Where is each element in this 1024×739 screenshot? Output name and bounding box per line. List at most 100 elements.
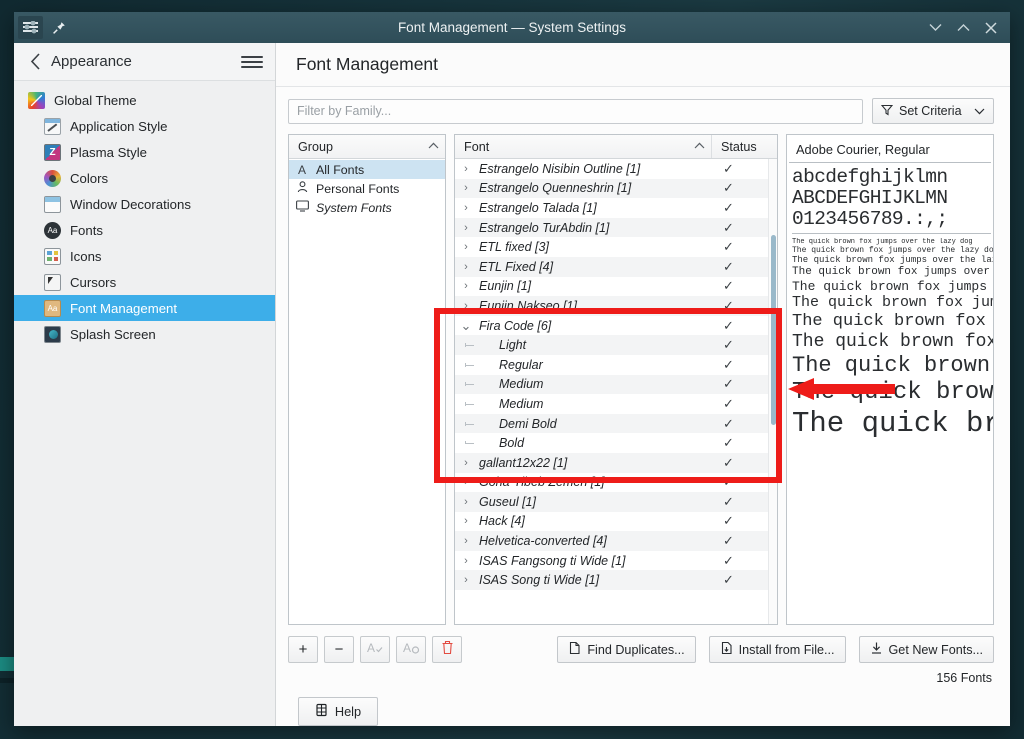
chevron-down-icon[interactable]: ⌄ bbox=[455, 318, 477, 334]
sidebar-item-icons[interactable]: Icons bbox=[14, 243, 275, 269]
search-input[interactable] bbox=[288, 99, 863, 124]
preview-font-name: Adobe Courier, Regular bbox=[789, 140, 991, 163]
preview-pangram-line: The quick brown fox jumps over the lazy … bbox=[792, 312, 993, 332]
chevron-right-icon[interactable]: › bbox=[455, 182, 477, 194]
install-from-file-button[interactable]: Install from File... bbox=[709, 636, 846, 663]
font-tree-row[interactable]: ›Eunjin Nakseo [1]✓ bbox=[455, 296, 777, 316]
chevron-right-icon[interactable]: › bbox=[455, 202, 477, 214]
sidebar-item-global-theme[interactable]: Global Theme bbox=[14, 87, 275, 113]
enable-fonts-button[interactable]: A bbox=[360, 636, 390, 663]
chevron-right-icon[interactable]: › bbox=[455, 261, 477, 273]
font-tree-row[interactable]: Medium✓ bbox=[455, 375, 777, 395]
help-button[interactable]: Help bbox=[298, 697, 378, 726]
font-tree-row[interactable]: ›Goha-Tibeb Zemen [1]✓ bbox=[455, 473, 777, 493]
preview-uppercase: ABCDEFGHIJKLMN bbox=[792, 188, 993, 209]
font-tree-row[interactable]: Regular✓ bbox=[455, 355, 777, 375]
chevron-right-icon[interactable]: › bbox=[455, 222, 477, 234]
page-title: Font Management bbox=[296, 54, 438, 75]
chevron-down-icon bbox=[974, 104, 985, 118]
font-tree-row[interactable]: ⌄Fira Code [6]✓ bbox=[455, 316, 777, 336]
font-management-icon bbox=[44, 300, 61, 317]
add-fonts-button[interactable]: + bbox=[288, 636, 318, 663]
sidebar-item-window-decorations[interactable]: Window Decorations bbox=[14, 191, 275, 217]
chevron-right-icon[interactable]: › bbox=[455, 515, 477, 527]
sidebar-header: Appearance bbox=[14, 43, 275, 81]
chevron-right-icon[interactable]: › bbox=[455, 300, 477, 312]
sidebar-item-label: Fonts bbox=[70, 223, 103, 238]
chevron-right-icon[interactable]: › bbox=[455, 535, 477, 547]
set-criteria-label: Set Criteria bbox=[899, 104, 962, 118]
font-name-label: Medium bbox=[477, 377, 711, 391]
font-tree-row[interactable]: ›Hack [4]✓ bbox=[455, 512, 777, 532]
back-arrow-icon[interactable] bbox=[24, 51, 46, 73]
chevron-right-icon[interactable]: › bbox=[455, 241, 477, 253]
font-tree-row[interactable]: Bold✓ bbox=[455, 433, 777, 453]
font-column-header[interactable]: Font bbox=[455, 135, 711, 158]
font-tree-row[interactable]: Medium✓ bbox=[455, 394, 777, 414]
font-tree-row[interactable]: ›ETL Fixed [4]✓ bbox=[455, 257, 777, 277]
font-list-scrollbar[interactable] bbox=[768, 159, 777, 624]
set-criteria-button[interactable]: Set Criteria bbox=[872, 98, 994, 124]
font-tree-row[interactable]: Light✓ bbox=[455, 335, 777, 355]
font-tree-row[interactable]: ›Estrangelo Quenneshrin [1]✓ bbox=[455, 179, 777, 199]
download-icon bbox=[870, 641, 883, 658]
find-duplicates-button[interactable]: Find Duplicates... bbox=[557, 636, 695, 663]
font-tree-row[interactable]: ›Eunjin [1]✓ bbox=[455, 277, 777, 297]
close-icon[interactable] bbox=[978, 16, 1004, 40]
font-tree-scroll-area[interactable]: ›Estrangelo Nisibin Outline [1]✓›Estrang… bbox=[455, 159, 777, 624]
font-tree-row[interactable]: ›Estrangelo TurAbdin [1]✓ bbox=[455, 218, 777, 238]
font-name-label: Medium bbox=[477, 397, 711, 411]
status-column-header[interactable]: Status bbox=[711, 135, 777, 158]
sidebar-item-cursors[interactable]: Cursors bbox=[14, 269, 275, 295]
font-tree-row[interactable]: ›ETL fixed [3]✓ bbox=[455, 237, 777, 257]
font-name-label: Estrangelo Nisibin Outline [1] bbox=[477, 162, 711, 176]
chevron-right-icon[interactable]: › bbox=[455, 496, 477, 508]
chevron-right-icon[interactable]: › bbox=[455, 574, 477, 586]
minimize-icon[interactable] bbox=[922, 16, 948, 40]
sort-ascending-icon bbox=[694, 141, 705, 152]
sidebar-item-font-management[interactable]: Font Management bbox=[14, 295, 275, 321]
sidebar-item-splash-screen[interactable]: Splash Screen bbox=[14, 321, 275, 347]
font-name-label: Fira Code [6] bbox=[477, 319, 711, 333]
sidebar-item-colors[interactable]: Colors bbox=[14, 165, 275, 191]
font-tree-row[interactable]: ›gallant12x22 [1]✓ bbox=[455, 453, 777, 473]
sidebar-item-application-style[interactable]: Application Style bbox=[14, 113, 275, 139]
preview-divider bbox=[792, 233, 991, 234]
scrollbar-thumb[interactable] bbox=[771, 235, 776, 425]
maximize-icon[interactable] bbox=[950, 16, 976, 40]
group-item-all-fonts[interactable]: A All Fonts bbox=[289, 160, 445, 179]
window-body: Appearance Global Theme Application Styl… bbox=[14, 43, 1010, 726]
chevron-right-icon[interactable]: › bbox=[455, 476, 477, 488]
group-item-system-fonts[interactable]: System Fonts bbox=[289, 198, 445, 217]
cursors-icon bbox=[44, 274, 61, 291]
font-tree-row[interactable]: ›Estrangelo Nisibin Outline [1]✓ bbox=[455, 159, 777, 179]
settings-sliders-icon[interactable] bbox=[18, 16, 43, 39]
chevron-right-icon[interactable]: › bbox=[455, 555, 477, 567]
delete-fonts-button[interactable] bbox=[432, 636, 462, 663]
font-tree-row[interactable]: Demi Bold✓ bbox=[455, 414, 777, 434]
pin-icon[interactable] bbox=[46, 16, 71, 39]
sidebar-item-fonts[interactable]: Fonts bbox=[14, 217, 275, 243]
chevron-right-icon[interactable]: › bbox=[455, 457, 477, 469]
font-tree-row[interactable]: ›ISAS Fangsong ti Wide [1]✓ bbox=[455, 551, 777, 571]
svg-text:A: A bbox=[367, 641, 375, 655]
sidebar-item-plasma-style[interactable]: Plasma Style bbox=[14, 139, 275, 165]
hamburger-menu-icon[interactable] bbox=[241, 51, 263, 73]
font-name-label: Guseul [1] bbox=[477, 495, 711, 509]
chevron-right-icon[interactable]: › bbox=[455, 163, 477, 175]
disable-fonts-button[interactable]: A bbox=[396, 636, 426, 663]
sidebar-item-label: Icons bbox=[70, 249, 102, 264]
get-new-fonts-button[interactable]: Get New Fonts... bbox=[859, 636, 994, 663]
chevron-right-icon[interactable]: › bbox=[455, 280, 477, 292]
fonts-icon bbox=[44, 222, 61, 239]
font-list-panel: Font Status ›Estrangelo Nisibin Outline … bbox=[454, 134, 778, 625]
font-tree-row[interactable]: ›Helvetica-converted [4]✓ bbox=[455, 531, 777, 551]
group-item-personal-fonts[interactable]: Personal Fonts bbox=[289, 179, 445, 198]
remove-fonts-button[interactable]: − bbox=[324, 636, 354, 663]
preview-pangram-line: The quick brown fox jumps over the lazy … bbox=[792, 332, 993, 353]
font-tree-row[interactable]: ›ISAS Song ti Wide [1]✓ bbox=[455, 570, 777, 590]
group-column-header[interactable]: Group bbox=[289, 135, 445, 159]
font-tree-row[interactable]: ›Guseul [1]✓ bbox=[455, 492, 777, 512]
person-icon bbox=[295, 181, 309, 196]
font-tree-row[interactable]: ›Estrangelo Talada [1]✓ bbox=[455, 198, 777, 218]
